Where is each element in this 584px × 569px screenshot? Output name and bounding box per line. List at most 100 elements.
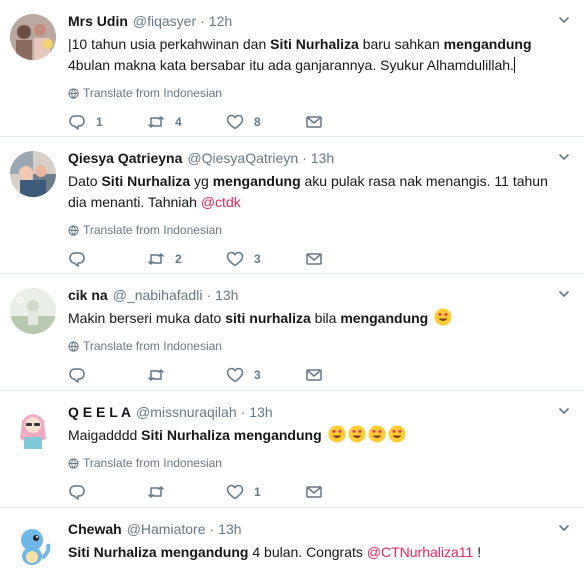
heart-icon xyxy=(226,251,244,267)
avatar[interactable] xyxy=(10,405,56,451)
translate-label: Translate from Indonesian xyxy=(83,456,222,470)
text-segment: mengandung xyxy=(443,36,532,52)
retweet-count: 2 xyxy=(175,252,182,266)
text-segment: 4bulan makna kata bersabar itu ada ganja… xyxy=(68,57,514,73)
avatar[interactable] xyxy=(10,14,56,60)
avatar[interactable] xyxy=(10,151,56,197)
tweet-text: |10 tahun usia perkahwinan dan Siti Nurh… xyxy=(68,34,570,76)
heart-eyes-emoji-icon xyxy=(348,425,366,443)
separator-dot: · xyxy=(302,150,307,166)
reply-count: 1 xyxy=(96,115,103,129)
username[interactable]: @QiesyaQatrieyn xyxy=(187,149,298,167)
like-button[interactable]: 8 xyxy=(226,113,305,131)
text-segment: bila xyxy=(310,310,341,326)
text-segment: Siti Nurhaliza xyxy=(101,173,191,189)
like-count: 1 xyxy=(254,485,261,499)
username[interactable]: @_nabihafadli xyxy=(113,286,203,304)
text-segment: Maigadddd xyxy=(68,427,142,443)
translate-link[interactable]: Translate from Indonesian xyxy=(68,455,570,471)
heart-icon xyxy=(226,484,244,500)
retweet-icon xyxy=(147,253,165,265)
direct-message-button[interactable] xyxy=(305,113,384,131)
username[interactable]: @fiqasyer xyxy=(133,12,196,30)
more-options-chevron-icon[interactable] xyxy=(556,520,572,536)
more-options-chevron-icon[interactable] xyxy=(556,286,572,302)
text-segment: Siti Nurhaliza xyxy=(270,36,359,52)
heart-icon xyxy=(226,114,244,130)
more-options-chevron-icon[interactable] xyxy=(556,149,572,165)
retweet-button[interactable]: 2 xyxy=(147,250,226,268)
mention-link[interactable]: @ctdk xyxy=(201,194,241,210)
text-segment: baru sahkan xyxy=(358,36,444,52)
separator-dot: · xyxy=(209,521,215,537)
text-segment: Makin berseri muka dato xyxy=(68,310,226,326)
tweet[interactable]: Qiesya Qatrieyna @QiesyaQatrieyn · 13h D… xyxy=(0,137,584,274)
like-button[interactable]: 1 xyxy=(226,483,305,501)
display-name[interactable]: cik na xyxy=(68,286,108,304)
tweet-actions: 1 xyxy=(68,483,570,501)
like-count: 8 xyxy=(254,115,261,129)
text-cursor xyxy=(513,57,515,73)
heart-eyes-emoji-icon xyxy=(434,308,452,326)
tweet-text: Maigadddd Siti Nurhaliza mengandung xyxy=(68,425,570,446)
direct-message-button[interactable] xyxy=(305,250,384,268)
like-button[interactable]: 3 xyxy=(226,250,305,268)
globe-icon xyxy=(68,87,79,99)
avatar[interactable] xyxy=(10,522,56,568)
reply-button[interactable] xyxy=(68,483,147,501)
like-count: 3 xyxy=(254,368,261,382)
timestamp[interactable]: 12h xyxy=(209,12,232,30)
tweet-header: Q E E L A @missnuraqilah · 13h xyxy=(68,403,570,421)
translate-link[interactable]: Translate from Indonesian xyxy=(68,222,570,238)
avatar[interactable] xyxy=(10,288,56,334)
reply-button[interactable] xyxy=(68,366,147,384)
text-segment: Siti Nurhaliza mengandung xyxy=(68,544,249,560)
translate-label: Translate from Indonesian xyxy=(83,339,222,353)
reply-icon xyxy=(69,368,85,383)
tweet-feed: Mrs Udin @fiqasyer · 12h |10 tahun usia … xyxy=(0,0,584,569)
tweet-text: Siti Nurhaliza mengandung 4 bulan. Congr… xyxy=(68,542,570,563)
tweet[interactable]: Mrs Udin @fiqasyer · 12h |10 tahun usia … xyxy=(0,0,584,137)
username[interactable]: @missnuraqilah xyxy=(136,403,237,421)
display-name[interactable]: Qiesya Qatrieyna xyxy=(68,149,182,167)
display-name[interactable]: Chewah xyxy=(68,520,122,538)
retweet-icon xyxy=(147,369,165,381)
timestamp[interactable]: 13h xyxy=(311,149,334,167)
reply-icon xyxy=(69,485,85,500)
heart-icon xyxy=(226,367,244,383)
reply-button[interactable]: 1 xyxy=(68,113,147,131)
tweet[interactable]: cik na @_nabihafadli · 13h Makin berseri… xyxy=(0,274,584,391)
like-button[interactable]: 3 xyxy=(226,366,305,384)
tweet[interactable]: Q E E L A @missnuraqilah · 13h Maigadddd… xyxy=(0,391,584,508)
separator-dot: · xyxy=(200,13,205,29)
display-name[interactable]: Mrs Udin xyxy=(68,12,128,30)
tweet-header: cik na @_nabihafadli · 13h xyxy=(68,286,570,304)
direct-message-button[interactable] xyxy=(305,483,384,501)
mention-link[interactable]: @CTNurhaliza11 xyxy=(367,544,474,560)
username[interactable]: @Hamiatore xyxy=(127,520,206,538)
translate-link[interactable]: Translate from Indonesian xyxy=(68,85,570,101)
retweet-button[interactable] xyxy=(147,483,226,501)
tweet-text: Dato Siti Nurhaliza yg mengandung aku pu… xyxy=(68,171,570,213)
reply-icon xyxy=(69,115,85,130)
reply-button[interactable] xyxy=(68,250,147,268)
retweet-button[interactable]: 4 xyxy=(147,113,226,131)
more-options-chevron-icon[interactable] xyxy=(556,12,572,28)
retweet-button[interactable] xyxy=(147,366,226,384)
direct-message-button[interactable] xyxy=(305,366,384,384)
envelope-icon xyxy=(306,253,322,265)
text-segment: |10 tahun usia perkahwinan dan xyxy=(68,36,271,52)
retweet-icon xyxy=(147,116,165,128)
timestamp[interactable]: 13h xyxy=(215,286,238,304)
separator-dot: · xyxy=(206,287,212,303)
text-segment: mengandung xyxy=(212,173,301,189)
globe-icon xyxy=(68,224,79,236)
display-name[interactable]: Q E E L A xyxy=(68,403,131,421)
envelope-icon xyxy=(306,116,322,128)
timestamp[interactable]: 13h xyxy=(218,520,241,538)
timestamp[interactable]: 13h xyxy=(249,403,272,421)
translate-link[interactable]: Translate from Indonesian xyxy=(68,338,570,354)
more-options-chevron-icon[interactable] xyxy=(556,403,572,419)
heart-eyes-emoji-icon xyxy=(368,425,386,443)
tweet[interactable]: Chewah @Hamiatore · 13h Siti Nurhaliza m… xyxy=(0,508,584,569)
